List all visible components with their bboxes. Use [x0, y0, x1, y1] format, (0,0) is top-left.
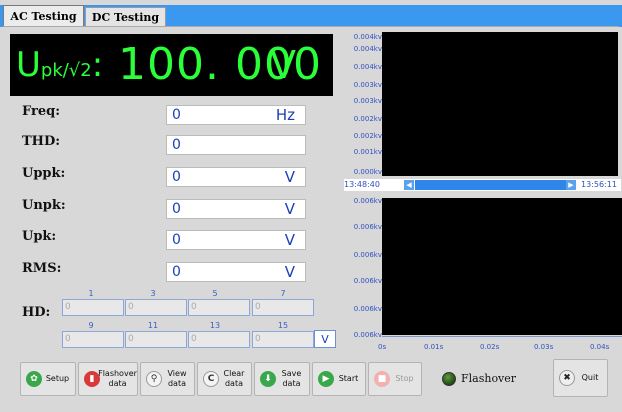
scroll-track[interactable] — [415, 180, 566, 190]
stop-icon: ■ — [374, 371, 390, 387]
wave-y-tick: 0.006kv — [353, 331, 382, 339]
wave-x-tick: 0.01s — [424, 343, 444, 351]
trend-y-tick: 0.004kv — [353, 63, 382, 71]
clear-icon: C — [203, 371, 219, 387]
display-unit: V — [270, 43, 296, 87]
hd-value-5: 0 — [188, 299, 250, 316]
trend-y-tick: 0.002kv — [353, 132, 382, 140]
unpk-label: Unpk: — [22, 198, 66, 213]
hd-value-15: 0 — [252, 331, 314, 348]
freq-field: 0 Hz — [166, 105, 306, 125]
unpk-field: 0V — [166, 199, 306, 219]
play-icon: ▶ — [318, 371, 334, 387]
hd-label: HD: — [22, 305, 51, 320]
freq-label: Freq: — [22, 104, 61, 119]
thd-label: THD: — [22, 134, 61, 149]
start-button[interactable]: ▶ Start — [312, 362, 366, 396]
scroll-right-arrow[interactable]: ▶ — [566, 180, 576, 190]
tab-ac-testing[interactable]: AC Testing — [3, 5, 84, 27]
upk-field: 0V — [166, 230, 306, 250]
hd-order-7: 7 — [280, 289, 286, 298]
view-data-button[interactable]: ⚲ View data — [140, 362, 195, 396]
wave-y-tick: 0.006kv — [353, 251, 382, 259]
scroll-left-arrow[interactable]: ◀ — [404, 180, 414, 190]
clear-data-button[interactable]: C Clear data — [197, 362, 252, 396]
hd-value-7: 0 — [252, 299, 314, 316]
wave-x-tick: 0.04s — [590, 343, 610, 351]
hd-order-15: 15 — [277, 321, 289, 330]
trend-y-tick: 0.001kv — [353, 148, 382, 156]
quit-button[interactable]: ✖ Quit — [553, 359, 608, 397]
trend-y-tick: 0.004kv — [353, 33, 382, 41]
hd-value-11: 0 — [125, 331, 187, 348]
trend-y-tick: 0.002kv — [353, 115, 382, 123]
hd-value-1: 0 — [62, 299, 124, 316]
hd-unit-selector[interactable]: V — [314, 330, 336, 348]
time-start-label: 13:48:40 — [344, 180, 380, 189]
hd-order-5: 5 — [212, 289, 218, 298]
wave-y-tick: 0.006kv — [353, 277, 382, 285]
upk-label: Upk: — [22, 229, 57, 244]
trend-y-tick: 0.004kv — [353, 45, 382, 53]
gear-icon: ✿ — [26, 371, 42, 387]
hd-order-9: 9 — [88, 321, 94, 330]
hd-order-3: 3 — [150, 289, 156, 298]
flashover-data-button[interactable]: ▮ Flashover data — [78, 362, 138, 396]
waveform-chart: 0.006kv 0.006kv 0.006kv 0.006kv 0.006kv … — [340, 195, 622, 355]
wave-x-tick: 0.02s — [480, 343, 500, 351]
wave-y-tick: 0.006kv — [353, 197, 382, 205]
time-end-label: 13:56:11 — [581, 180, 617, 189]
wave-x-tick: 0s — [378, 343, 387, 351]
hd-value-13: 0 — [188, 331, 250, 348]
flashover-indicator-label: Flashover — [461, 372, 517, 385]
tab-dc-testing[interactable]: DC Testing — [85, 7, 166, 27]
time-scrollbar[interactable]: 13:48:40 ◀ ▶ 13:56:11 — [344, 179, 621, 191]
hd-value-3: 0 — [125, 299, 187, 316]
wave-x-axis — [382, 336, 622, 340]
upk-display: Upk/√2: 100. 000 V — [10, 34, 333, 96]
hd-order-13: 13 — [209, 321, 221, 330]
wave-x-tick: 0.03s — [534, 343, 554, 351]
wave-y-tick: 0.006kv — [353, 305, 382, 313]
magnifier-icon: ⚲ — [146, 371, 162, 387]
thd-field: 0 — [166, 135, 306, 155]
trend-y-tick: 0.003kv — [353, 81, 382, 89]
save-icon: ⬇ — [260, 371, 276, 387]
trend-y-tick: 0.003kv — [353, 97, 382, 105]
wave-y-tick: 0.006kv — [353, 223, 382, 231]
save-data-button[interactable]: ⬇ Save data — [254, 362, 310, 396]
trend-y-tick: 0.000kv — [353, 168, 382, 176]
stop-button[interactable]: ■ Stop — [368, 362, 422, 396]
rms-field: 0V — [166, 262, 306, 282]
close-icon: ✖ — [559, 370, 575, 386]
display-label: Upk/√2: — [16, 45, 104, 85]
hd-value-9: 0 — [62, 331, 124, 348]
hd-order-1: 1 — [88, 289, 94, 298]
hd-order-11: 11 — [147, 321, 159, 330]
rms-label: RMS: — [22, 261, 62, 276]
setup-button[interactable]: ✿ Setup — [20, 362, 76, 396]
trend-chart: 0.004kv 0.004kv 0.004kv 0.003kv 0.003kv … — [340, 30, 620, 180]
trend-plot-area — [382, 32, 618, 176]
uppk-label: Uppk: — [22, 166, 66, 181]
flashover-indicator-led — [442, 372, 456, 386]
uppk-field: 0V — [166, 167, 306, 187]
waveform-plot-area — [382, 198, 622, 335]
